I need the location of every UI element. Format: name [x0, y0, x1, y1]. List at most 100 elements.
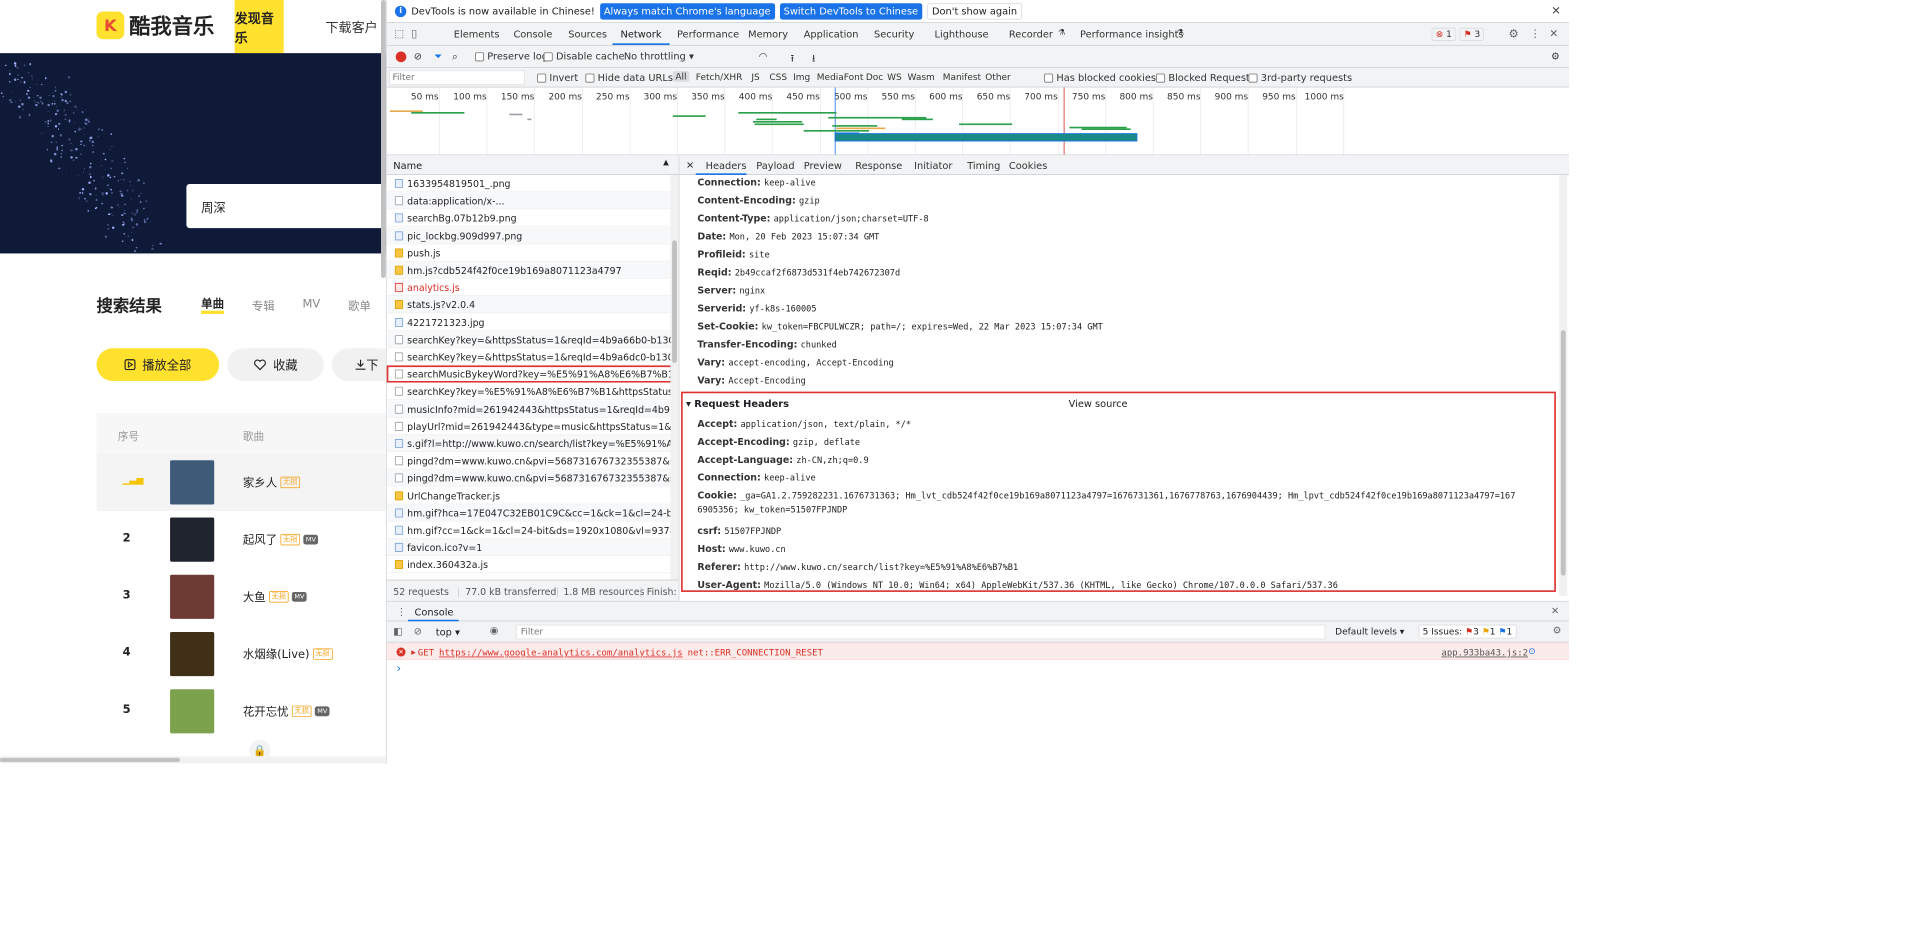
- request-row[interactable]: playUrl?mid=261942443&type=music&httpsSt…: [386, 417, 673, 435]
- tab-playlists[interactable]: 歌单: [348, 298, 371, 314]
- tab-performance-insights[interactable]: Performance insights: [1080, 29, 1183, 40]
- error-url-link[interactable]: https://www.google-analytics.com/analyti…: [439, 648, 683, 659]
- request-row[interactable]: hm.gif?cc=1&ck=1&cl=24-bit&ds=1920x1080&…: [386, 521, 673, 539]
- scroll-thumb[interactable]: [672, 240, 677, 364]
- site-logo[interactable]: K 酷我音乐: [96, 10, 214, 40]
- third-party-checkbox[interactable]: 3rd-party requests: [1248, 72, 1352, 83]
- eye-icon[interactable]: ◉: [490, 625, 499, 636]
- filter-type-all[interactable]: All: [672, 71, 689, 82]
- view-source-link[interactable]: View source: [1069, 398, 1128, 409]
- gear-icon[interactable]: ⚙: [1508, 28, 1518, 41]
- filter-type-js[interactable]: JS: [751, 72, 759, 83]
- filter-type-fetch-xhr[interactable]: Fetch/XHR: [696, 72, 743, 83]
- sidebar-toggle-icon[interactable]: ◧: [393, 625, 402, 636]
- network-settings-icon[interactable]: ⚙: [1551, 51, 1560, 62]
- mv-badge[interactable]: MV: [314, 706, 330, 717]
- request-row[interactable]: pic_lockbg.909d997.png: [386, 226, 673, 245]
- tab-lighthouse[interactable]: Lighthouse: [935, 29, 989, 40]
- song-title[interactable]: 家乡人: [243, 474, 277, 490]
- network-overview-timeline[interactable]: 50 ms 100 ms 150 ms 200 ms 250 ms 300 ms 350 m…: [386, 87, 1569, 156]
- request-row[interactable]: searchBg.07b12b9.png: [386, 209, 673, 227]
- tab-albums[interactable]: 专辑: [252, 298, 275, 314]
- tab-sources[interactable]: Sources: [568, 29, 607, 40]
- request-row[interactable]: index.360432a.js: [386, 556, 673, 574]
- detail-tab-preview[interactable]: Preview: [804, 160, 842, 171]
- filter-type-manifest[interactable]: Manifest: [943, 72, 981, 83]
- disable-cache-checkbox[interactable]: Disable cache: [543, 51, 625, 62]
- filter-icon[interactable]: ⏷: [434, 51, 442, 63]
- request-row[interactable]: pingd?dm=www.kuwo.cn&pvi=568731676732355…: [386, 452, 673, 470]
- filter-type-ws[interactable]: WS: [887, 72, 902, 83]
- tab-network[interactable]: Network: [621, 29, 662, 40]
- request-row[interactable]: hm.gif?hca=17E047C32EB01C9C&cc=1&ck=1&cl…: [386, 504, 673, 522]
- album-cover[interactable]: [170, 574, 215, 619]
- song-title[interactable]: 起风了: [243, 531, 277, 547]
- filter-input[interactable]: Filter: [389, 70, 525, 86]
- switch-chinese-button[interactable]: Switch DevTools to Chinese: [779, 2, 923, 20]
- request-row[interactable]: 4221721323.jpg: [386, 313, 673, 331]
- album-cover[interactable]: [170, 460, 215, 505]
- detail-tab-response[interactable]: Response: [855, 160, 902, 171]
- blocked-cookies-checkbox[interactable]: Has blocked cookies: [1044, 72, 1156, 83]
- lock-icon[interactable]: 🔒: [249, 739, 271, 762]
- request-list-header[interactable]: Name ▲: [386, 155, 679, 175]
- filter-type-img[interactable]: Img: [793, 72, 810, 83]
- invert-checkbox[interactable]: Invert: [537, 72, 578, 83]
- scroll-thumb[interactable]: [1560, 330, 1566, 576]
- expand-arrow-icon[interactable]: ▸: [411, 647, 416, 658]
- detail-tab-initiator[interactable]: Initiator: [914, 160, 952, 171]
- close-drawer-icon[interactable]: ✕: [1551, 605, 1559, 616]
- more-menu-icon[interactable]: ⋮: [1530, 28, 1541, 40]
- request-row[interactable]: favicon.ico?v=1: [386, 538, 673, 557]
- console-settings-icon[interactable]: ⚙: [1553, 625, 1562, 636]
- song-title[interactable]: 花开忘忧: [243, 703, 289, 719]
- request-row[interactable]: searchKey?key=%E5%91%A8%E6%B7%B1&httpsSt…: [386, 382, 673, 401]
- song-title[interactable]: 水烟缘(Live): [243, 646, 310, 662]
- inspect-icon[interactable]: ⬚: [394, 28, 404, 40]
- drawer-menu-icon[interactable]: ⋮: [397, 606, 407, 617]
- nav-discover-music[interactable]: 发现音乐: [234, 0, 284, 54]
- nav-download-client[interactable]: 下载客户: [325, 16, 377, 36]
- filter-type-doc[interactable]: Doc: [866, 72, 883, 83]
- detail-scrollbar[interactable]: [1559, 174, 1568, 597]
- dont-show-again-button[interactable]: Don't show again: [927, 2, 1023, 20]
- song-row[interactable]: 5 花开忘忧 无损 MV: [96, 683, 385, 740]
- console-prompt[interactable]: ›: [397, 662, 402, 675]
- mv-badge[interactable]: MV: [291, 591, 307, 602]
- favorite-button[interactable]: 收藏: [227, 348, 324, 382]
- clear-icon[interactable]: ⊘: [414, 51, 422, 62]
- wifi-icon[interactable]: ◠: [759, 51, 768, 62]
- request-row[interactable]: UrlChangeTracker.js: [386, 486, 673, 505]
- detail-tab-headers[interactable]: Headers: [706, 160, 747, 171]
- export-har-icon[interactable]: ⭳: [812, 51, 815, 68]
- hide-data-urls-checkbox[interactable]: Hide data URLs: [585, 72, 673, 83]
- request-row[interactable]: stats.js?v2.0.4: [386, 296, 673, 314]
- blocked-requests-checkbox[interactable]: Blocked Requests: [1156, 72, 1255, 83]
- filter-type-css[interactable]: CSS: [769, 72, 787, 83]
- device-toolbar-icon[interactable]: ▯: [411, 28, 417, 40]
- song-row[interactable]: 2 起风了 无损 MV: [96, 511, 385, 568]
- tab-elements[interactable]: Elements: [454, 29, 500, 40]
- song-row[interactable]: 4 水烟缘(Live) 无损: [96, 625, 385, 682]
- clear-console-icon[interactable]: ⊘: [414, 625, 422, 636]
- horizontal-scrollbar[interactable]: [0, 756, 386, 764]
- close-detail-icon[interactable]: ✕: [686, 159, 694, 170]
- close-icon[interactable]: ✕: [1551, 5, 1561, 18]
- search-icon[interactable]: ⌕: [452, 51, 458, 63]
- tab-security[interactable]: Security: [874, 29, 914, 40]
- request-row[interactable]: musicInfo?mid=261942443&httpsStatus=1&re…: [386, 400, 673, 418]
- tab-recorder[interactable]: Recorder: [1009, 29, 1053, 40]
- request-row[interactable]: pingd?dm=www.kuwo.cn&pvi=568731676732355…: [386, 469, 673, 487]
- horizontal-scroll-thumb[interactable]: [0, 757, 180, 763]
- request-row[interactable]: data:application/x-...: [386, 192, 673, 210]
- tab-memory[interactable]: Memory: [748, 29, 788, 40]
- request-headers-section[interactable]: ▾ Request Headers: [686, 398, 789, 409]
- detail-tab-payload[interactable]: Payload: [756, 160, 794, 171]
- preserve-log-checkbox[interactable]: Preserve log: [475, 51, 548, 62]
- tab-console[interactable]: Console: [513, 29, 552, 40]
- request-row[interactable]: push.js: [386, 244, 673, 262]
- tab-performance[interactable]: Performance: [677, 29, 739, 40]
- request-row[interactable]: searchKey?key=&httpsStatus=1&reqId=4b9a6…: [386, 348, 673, 366]
- tab-application[interactable]: Application: [804, 29, 859, 40]
- request-row[interactable]: analytics.js: [386, 278, 673, 297]
